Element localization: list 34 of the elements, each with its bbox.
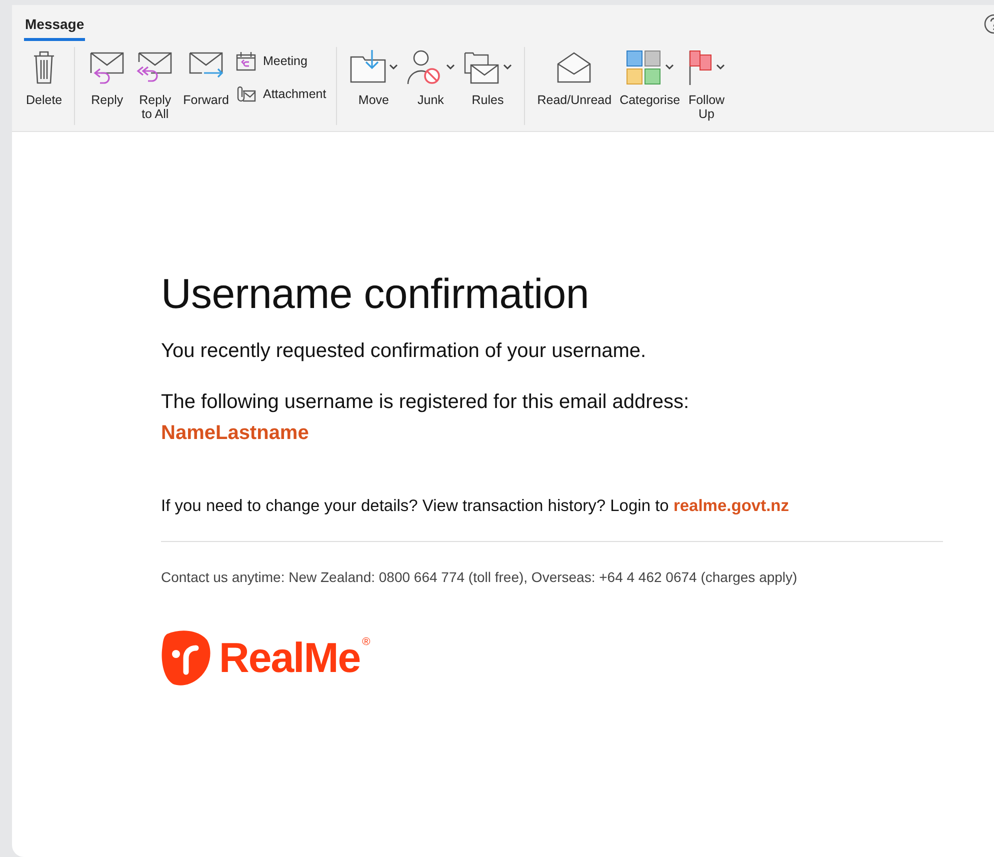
- email-heading: Username confirmation: [161, 270, 590, 318]
- folder-icon: [349, 49, 388, 85]
- realme-link[interactable]: realme.govt.nz: [673, 497, 789, 515]
- caret-icon: [716, 64, 726, 70]
- ribbon-button[interactable]: Attachment: [234, 85, 326, 103]
- registered-mark: ®: [362, 636, 370, 648]
- intro-text: You recently requested confirmation of your username.: [161, 340, 648, 363]
- caret-icon: [665, 64, 674, 70]
- category-squares-icon: [625, 49, 664, 85]
- registered-text: The following username is registered for this email address:: [161, 391, 690, 414]
- ribbon-button[interactable]: Reply to All: [133, 47, 178, 121]
- ribbon-button[interactable]: Delete: [24, 47, 64, 107]
- ribbon-button[interactable]: Rules: [461, 47, 514, 107]
- brand-name: RealMe: [219, 634, 360, 682]
- details-text: If you need to change your details? View transaction history? Login to realme.govt.nz: [161, 497, 790, 516]
- caret-icon: [503, 64, 512, 70]
- flag-icon: [688, 49, 714, 85]
- logo-icon: [161, 630, 211, 686]
- ribbon-button[interactable]: Categorise: [618, 47, 682, 107]
- username-text: NameLastname: [161, 422, 310, 445]
- caret-icon: [389, 64, 398, 70]
- ribbon-button[interactable]: Junk: [404, 47, 458, 107]
- contact-text: Contact us anytime: New Zealand: 0800 664 774 (toll free), Overseas: +64 4 462 0674 (charges apply): [161, 569, 798, 585]
- ribbon-button[interactable]: Forward: [181, 47, 231, 107]
- ribbon-button[interactable]: Follow Up: [686, 47, 728, 121]
- attachment-icon: [234, 85, 257, 103]
- ribbon-button[interactable]: Move: [347, 47, 400, 107]
- calendar-icon: [234, 51, 257, 71]
- open-envelope-icon: [555, 50, 594, 84]
- caret-icon: [446, 64, 456, 70]
- ribbon-button[interactable]: Meeting: [234, 51, 326, 71]
- ribbon-button[interactable]: Read/Unread: [535, 47, 614, 107]
- ribbon-tab[interactable]: Message: [24, 14, 86, 41]
- ribbon-button[interactable]: Reply: [85, 47, 130, 107]
